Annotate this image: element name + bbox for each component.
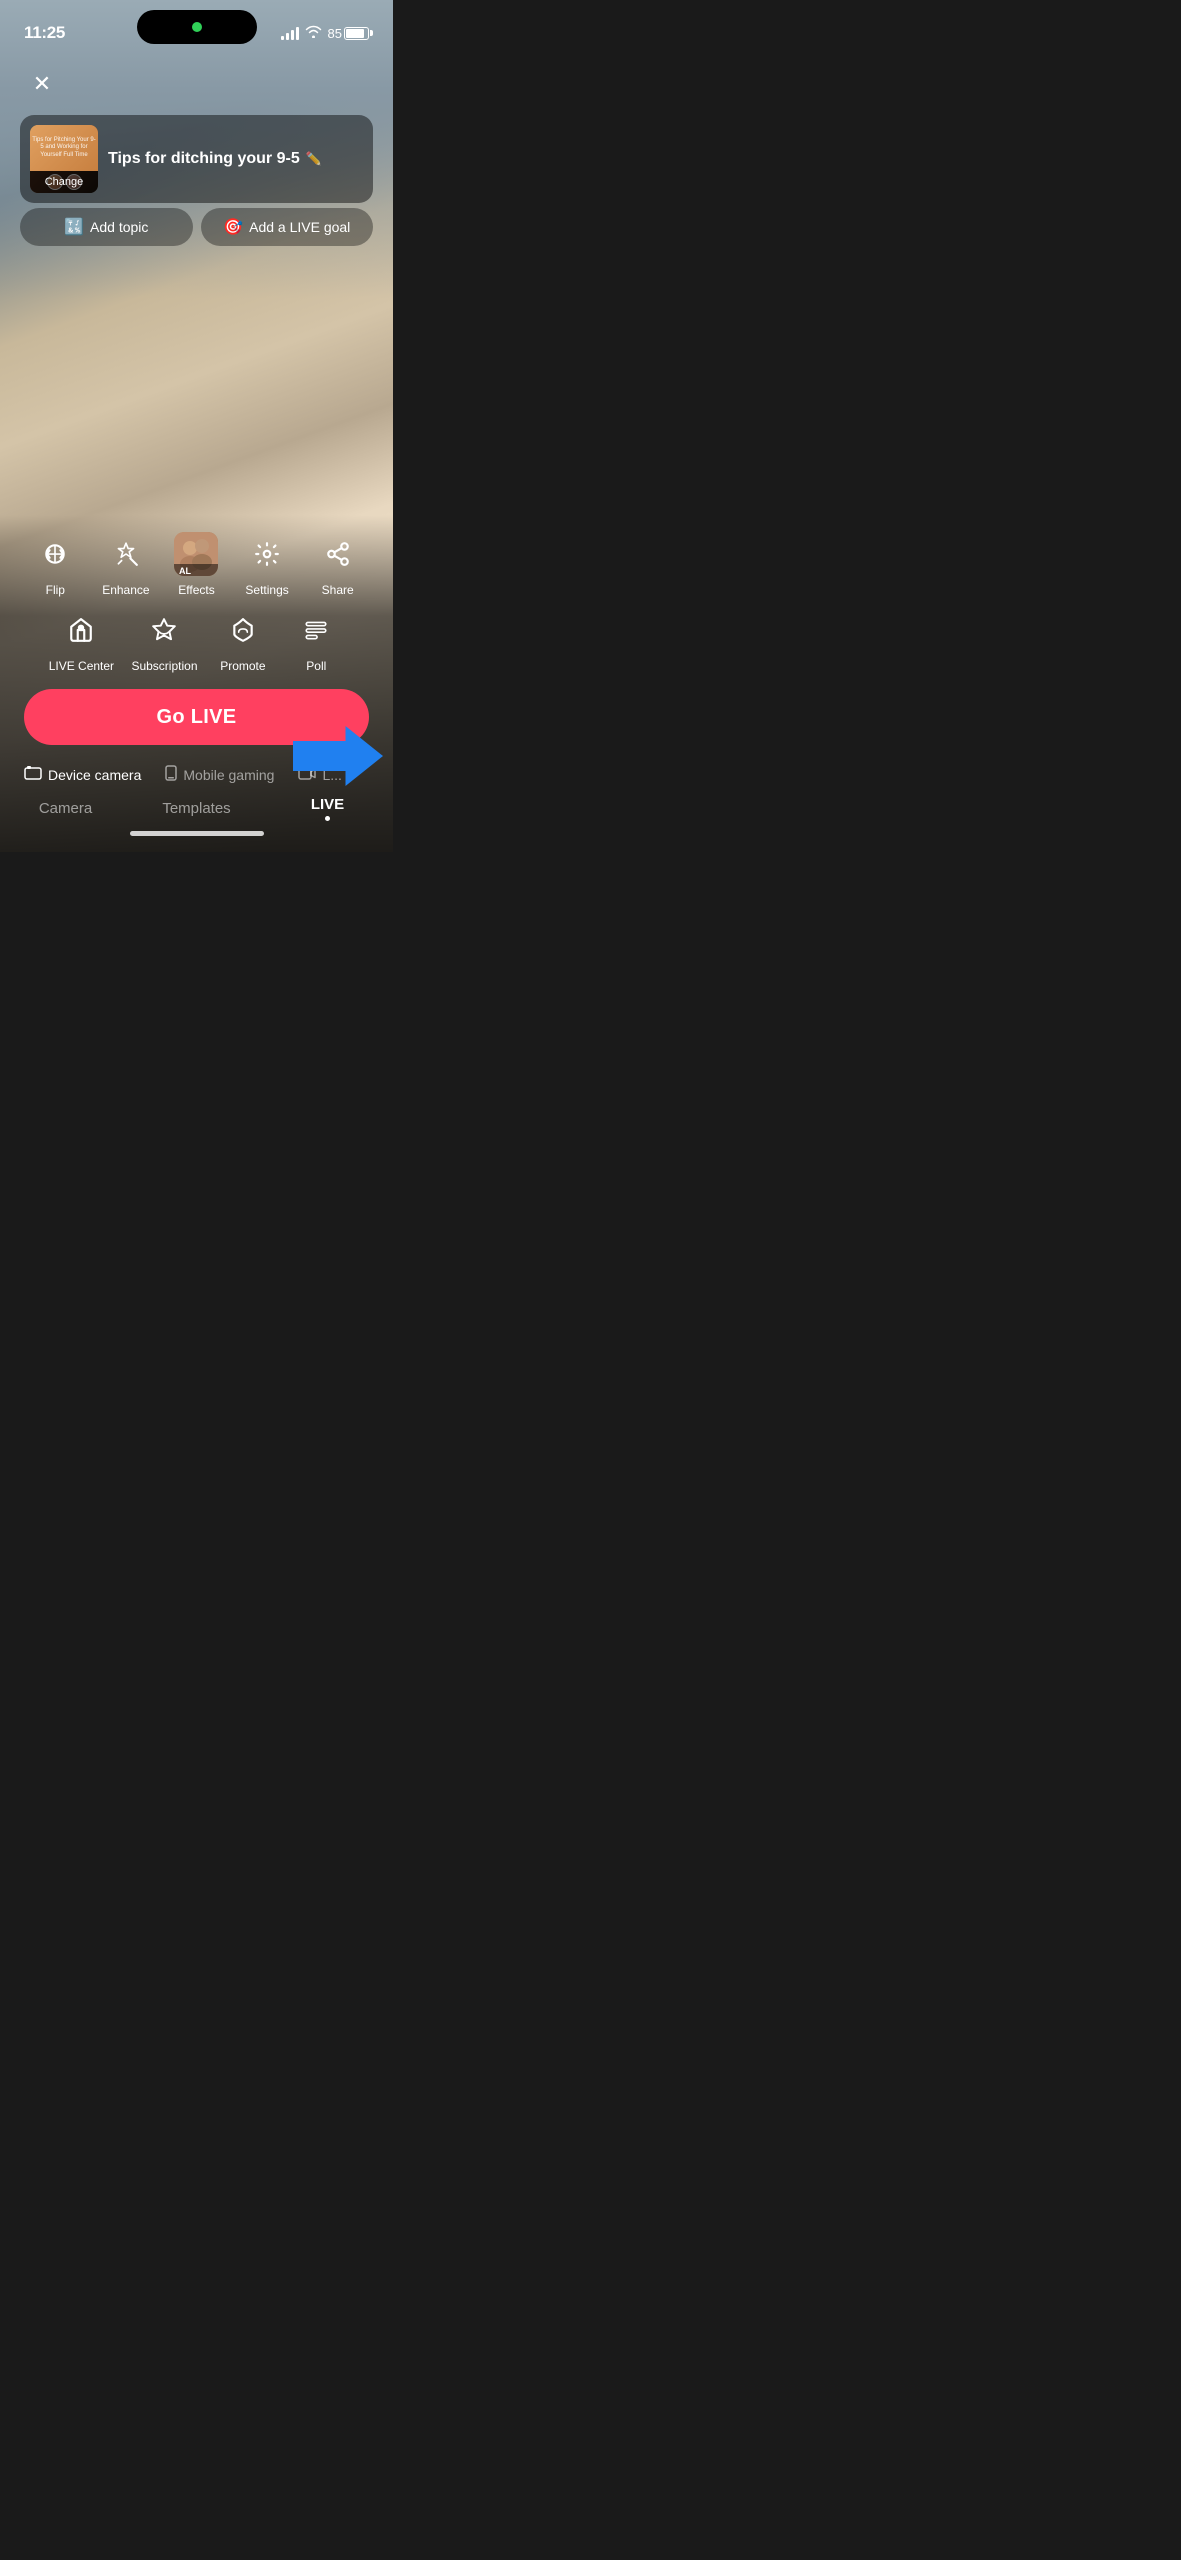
device-camera-icon <box>24 766 42 783</box>
live-center-label: LIVE Center <box>49 659 114 673</box>
battery-container: 85 <box>328 26 369 41</box>
share-label: Share <box>322 583 354 597</box>
subscription-label: Subscription <box>131 659 197 673</box>
edit-title-icon[interactable]: ✏️ <box>306 151 322 168</box>
thumbnail-change-overlay: Change <box>30 171 98 193</box>
phone-screen: 11:25 85 <box>0 0 393 852</box>
poll-button[interactable]: Poll <box>288 607 344 673</box>
home-indicator <box>130 831 264 836</box>
tab-templates[interactable]: Templates <box>131 800 262 819</box>
enhance-icon-wrap <box>103 531 149 577</box>
tab-live[interactable]: LIVE <box>262 796 393 823</box>
add-topic-button[interactable]: 🔣 Add topic <box>20 208 193 246</box>
title-text-area: Tips for ditching your 9-5 ✏️ <box>108 149 363 170</box>
mobile-gaming-icon <box>165 765 177 784</box>
settings-icon-wrap <box>244 531 290 577</box>
device-camera-label: Device camera <box>48 767 141 783</box>
enhance-icon <box>113 541 139 567</box>
share-button[interactable]: Share <box>310 531 366 597</box>
status-time: 11:25 <box>24 23 65 43</box>
bottom-controls: Flip Enhance <box>0 515 393 852</box>
enhance-button[interactable]: Enhance <box>98 531 154 597</box>
dynamic-island-dot <box>192 22 202 32</box>
battery-icon <box>344 27 369 40</box>
settings-label: Settings <box>245 583 288 597</box>
battery-fill <box>346 29 364 38</box>
close-button[interactable]: ✕ <box>20 62 64 106</box>
tab-live-dot <box>325 816 330 821</box>
share-icon-wrap <box>315 531 361 577</box>
tab-camera[interactable]: Camera <box>0 800 131 819</box>
live-center-icon-wrap <box>58 607 104 653</box>
arrow-svg <box>293 721 383 791</box>
tools-row-2: LIVE Center Subscription <box>0 597 393 673</box>
tools-row-1: Flip Enhance <box>0 515 393 597</box>
mobile-gaming-option[interactable]: Mobile gaming <box>165 765 274 784</box>
tab-templates-label: Templates <box>162 800 230 817</box>
settings-icon <box>254 541 280 567</box>
battery-percentage: 85 <box>328 26 342 41</box>
tab-camera-label: Camera <box>39 800 92 817</box>
add-live-goal-button[interactable]: 🎯 Add a LIVE goal <box>201 208 374 246</box>
device-camera-option[interactable]: Device camera <box>24 766 141 783</box>
promote-icon-wrap <box>220 607 266 653</box>
settings-button[interactable]: Settings <box>239 531 295 597</box>
enhance-label: Enhance <box>102 583 149 597</box>
live-center-button[interactable]: LIVE Center <box>49 607 114 673</box>
flip-label: Flip <box>46 583 65 597</box>
blue-arrow-indicator <box>293 721 383 796</box>
poll-label: Poll <box>306 659 326 673</box>
flip-icon <box>42 541 68 567</box>
poll-icon-wrap <box>293 607 339 653</box>
poll-icon <box>303 617 329 643</box>
topic-icon: 🔣 <box>64 217 84 237</box>
promote-icon <box>230 617 256 643</box>
title-card: Tips for Pitching Your 9-5 and Working f… <box>20 115 373 203</box>
change-label[interactable]: Change <box>45 176 84 188</box>
flip-button[interactable]: Flip <box>27 531 83 597</box>
signal-bars <box>281 26 299 40</box>
effects-label: Effects <box>178 583 214 597</box>
add-topic-label: Add topic <box>90 219 148 235</box>
tab-live-label: LIVE <box>311 796 344 813</box>
go-live-label: Go LIVE <box>157 706 237 729</box>
live-center-icon <box>68 617 94 643</box>
subscription-icon <box>151 617 177 643</box>
promote-label: Promote <box>220 659 265 673</box>
promote-button[interactable]: Promote <box>215 607 271 673</box>
effects-icon-wrap: AL <box>173 531 219 577</box>
add-goal-label: Add a LIVE goal <box>249 219 350 235</box>
title-thumbnail: Tips for Pitching Your 9-5 and Working f… <box>30 125 98 193</box>
live-title: Tips for ditching your 9-5 ✏️ <box>108 149 363 170</box>
effects-button[interactable]: AL Effects <box>168 531 224 597</box>
mobile-gaming-label: Mobile gaming <box>183 767 274 783</box>
status-icons: 85 <box>281 25 369 41</box>
flip-icon-wrap <box>32 531 78 577</box>
effects-icon-container: AL <box>174 532 218 576</box>
effects-preview-svg: AL <box>174 532 218 576</box>
topic-goal-row: 🔣 Add topic 🎯 Add a LIVE goal <box>20 208 373 246</box>
wifi-icon <box>305 25 322 41</box>
dynamic-island <box>137 10 257 44</box>
title-text-content: Tips for ditching your 9-5 <box>108 149 300 170</box>
thumbnail-text: Tips for Pitching Your 9-5 and Working f… <box>30 125 98 171</box>
subscription-icon-wrap <box>141 607 187 653</box>
share-icon <box>325 541 351 567</box>
status-bar: 11:25 85 <box>0 0 393 54</box>
effects-inner: AL <box>174 532 218 576</box>
svg-text:AL: AL <box>179 566 191 576</box>
subscription-button[interactable]: Subscription <box>131 607 197 673</box>
close-icon: ✕ <box>33 73 51 95</box>
goal-icon: 🎯 <box>223 217 243 237</box>
